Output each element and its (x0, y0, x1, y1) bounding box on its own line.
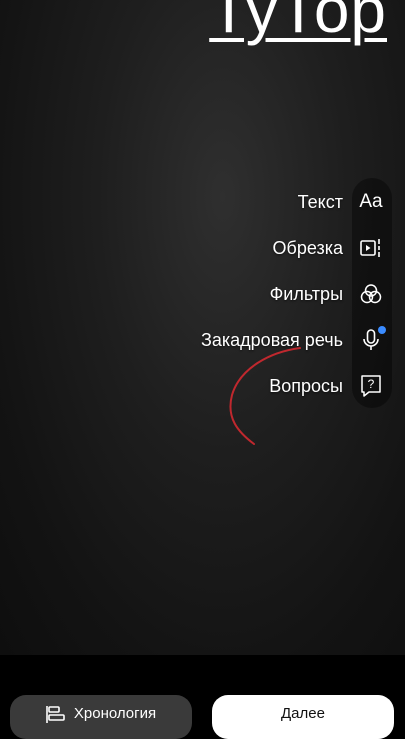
tool-trim[interactable]: Обрезка (135, 230, 405, 266)
tool-filters[interactable]: Фильтры (135, 276, 405, 312)
tool-questions[interactable]: Вопросы ? (135, 368, 405, 404)
timeline-button-label: Хронология (73, 705, 157, 722)
tool-text-label: Текст (297, 191, 343, 212)
timeline-button[interactable]: Хронология (10, 695, 192, 739)
question-icon[interactable]: ? (351, 368, 391, 404)
tool-questions-label: Вопросы (269, 375, 343, 396)
svg-text:?: ? (368, 377, 375, 391)
tool-voiceover[interactable]: Закадровая речь (135, 322, 405, 358)
new-badge-dot (378, 326, 386, 334)
microphone-icon[interactable] (351, 322, 391, 358)
next-button-label: Далее (281, 705, 325, 722)
text-aa-glyph: Aa (359, 191, 383, 212)
tool-voiceover-label: Закадровая речь (201, 329, 343, 350)
tool-filters-label: Фильтры (269, 283, 343, 304)
filters-icon[interactable] (351, 276, 391, 312)
text-aa-icon[interactable]: Aa (351, 184, 391, 220)
trim-icon[interactable] (351, 230, 391, 266)
bottom-bar: Хронология Далее (0, 655, 405, 739)
timeline-icon (46, 706, 65, 723)
tool-trim-label: Обрезка (272, 237, 343, 258)
video-preview: ТуТор Текст Aa Обрезка Фильтры Закадрова… (0, 0, 405, 655)
tool-text[interactable]: Текст Aa (135, 184, 405, 220)
overlay-title-text[interactable]: ТуТор (209, 0, 387, 42)
next-button[interactable]: Далее (212, 695, 394, 739)
